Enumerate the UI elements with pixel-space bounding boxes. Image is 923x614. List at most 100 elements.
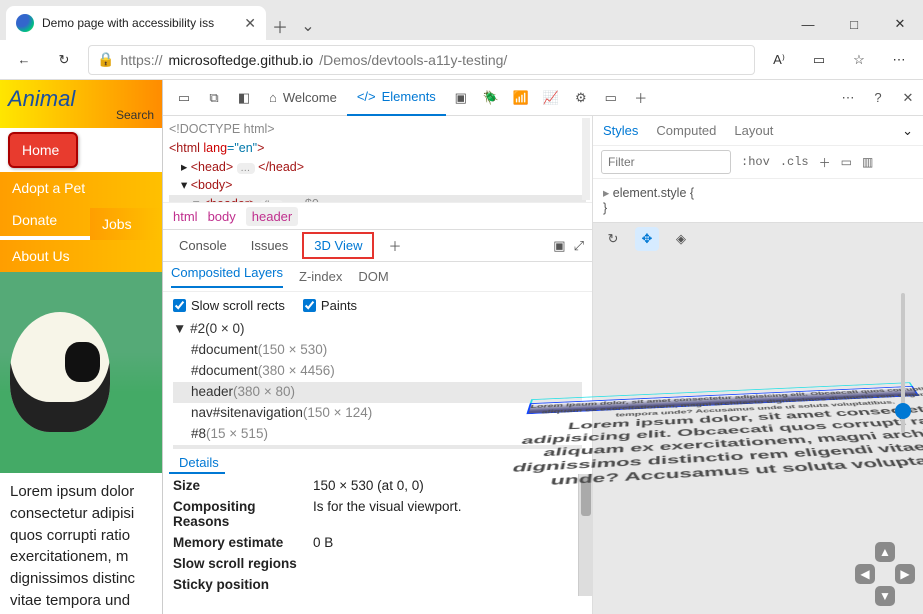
network-icon[interactable]: 📶 bbox=[506, 83, 536, 113]
drawer-tabs: Console Issues 3D View ＋ ▣ ⤢ bbox=[163, 230, 592, 262]
detail-size-label: Size bbox=[173, 478, 313, 493]
breadcrumb: html body header bbox=[163, 202, 592, 230]
rendered-page: Animal Search Home Adopt a Pet Donate Jo… bbox=[0, 80, 162, 614]
refresh-button[interactable]: ↻ bbox=[48, 44, 80, 76]
new-style-icon[interactable]: ＋ bbox=[819, 154, 831, 171]
maximize-button[interactable]: □ bbox=[831, 8, 877, 40]
detail-sticky-label: Sticky position bbox=[173, 577, 313, 592]
tab-elements[interactable]: </>Elements bbox=[347, 80, 446, 116]
url-scheme: https:// bbox=[120, 52, 162, 68]
viewport-toolbar: ↻ ✥ ◈ bbox=[601, 227, 693, 251]
inspect-icon[interactable]: ▭ bbox=[169, 83, 199, 113]
window-controls: — □ ✕ bbox=[785, 8, 923, 40]
details-scrollbar[interactable] bbox=[578, 474, 592, 596]
close-window-button[interactable]: ✕ bbox=[877, 8, 923, 40]
read-aloud-icon[interactable]: A⁾ bbox=[763, 44, 795, 76]
drawer-add-icon[interactable]: ＋ bbox=[378, 232, 411, 259]
pan-up-button[interactable]: ▲ bbox=[875, 542, 895, 562]
browser-tab[interactable]: Demo page with accessibility iss ✕ bbox=[6, 6, 266, 40]
check-paints[interactable]: Paints bbox=[303, 298, 357, 313]
3d-viewport[interactable]: ↻ ✥ ◈ Lorem ipsum dolor, sit amet consec… bbox=[593, 222, 923, 614]
dom-tree[interactable]: <!DOCTYPE html> <html lang="en"> ▸ <head… bbox=[163, 116, 592, 202]
devtools-body: <!DOCTYPE html> <html lang="en"> ▸ <head… bbox=[163, 116, 923, 614]
site-nav: Home Adopt a Pet Donate Jobs About Us bbox=[0, 128, 162, 272]
toggle-sidebar-icon[interactable]: ▥ bbox=[862, 155, 873, 169]
pan-left-button[interactable]: ◀ bbox=[855, 564, 875, 584]
dom-scrollbar[interactable] bbox=[582, 118, 590, 200]
home-icon: ⌂ bbox=[269, 90, 277, 105]
dock-icon[interactable]: ◧ bbox=[229, 83, 259, 113]
dom-line: <!DOCTYPE html> bbox=[169, 122, 275, 136]
drawer-3dview[interactable]: 3D View bbox=[302, 232, 374, 259]
lorem-text: Lorem ipsum dolor consectetur adipisi qu… bbox=[0, 473, 162, 614]
url-bar: ← ↻ 🔒 https:// microsoftedge.github.io /… bbox=[0, 40, 923, 80]
snapshot-icon[interactable]: ▣ bbox=[553, 238, 565, 254]
nav-about[interactable]: About Us bbox=[0, 240, 162, 272]
minimize-button[interactable]: — bbox=[785, 8, 831, 40]
url-path: /Demos/devtools-a11y-testing/ bbox=[319, 52, 507, 68]
settings-menu-icon[interactable]: ⋯ bbox=[883, 44, 915, 76]
check-slow-scroll[interactable]: Slow scroll rects bbox=[173, 298, 285, 313]
details-tab[interactable]: Details bbox=[169, 449, 225, 474]
more-icon[interactable]: ⋯ bbox=[833, 83, 863, 113]
3dview-checks: Slow scroll rects Paints bbox=[163, 292, 592, 319]
styles-filter-input[interactable] bbox=[601, 150, 731, 174]
subtab-zindex[interactable]: Z-index bbox=[299, 269, 342, 284]
back-button[interactable]: ← bbox=[8, 44, 40, 76]
main-split: Animal Search Home Adopt a Pet Donate Jo… bbox=[0, 80, 923, 614]
device-toggle-icon[interactable]: ⧉ bbox=[199, 83, 229, 113]
tab-computed[interactable]: Computed bbox=[656, 123, 716, 138]
expand-drawer-icon[interactable]: ⤢ bbox=[574, 238, 584, 254]
close-devtools-icon[interactable]: ✕ bbox=[893, 83, 923, 113]
pan-right-button[interactable]: ▶ bbox=[895, 564, 915, 584]
drawer-issues[interactable]: Issues bbox=[241, 234, 299, 257]
sources-icon[interactable]: 🪲 bbox=[476, 83, 506, 113]
tab-layout[interactable]: Layout bbox=[734, 123, 773, 138]
pan-control: ▲ ◀ ▶ ▼ bbox=[855, 542, 915, 602]
subtab-composited[interactable]: Composited Layers bbox=[171, 265, 283, 288]
pan-down-button[interactable]: ▼ bbox=[875, 586, 895, 606]
detail-ssr-label: Slow scroll regions bbox=[173, 556, 313, 571]
hov-toggle[interactable]: :hov bbox=[741, 155, 770, 169]
hero-image bbox=[0, 272, 162, 473]
code-icon: </> bbox=[357, 89, 376, 104]
zoom-slider[interactable] bbox=[901, 293, 905, 433]
tab-styles[interactable]: Styles bbox=[603, 123, 638, 138]
tab-overflow-icon[interactable]: ⌄ bbox=[294, 12, 322, 40]
titlebar: Demo page with accessibility iss ✕ ＋ ⌄ —… bbox=[0, 0, 923, 40]
pan-mode-icon[interactable]: ✥ bbox=[635, 227, 659, 251]
cls-toggle[interactable]: .cls bbox=[780, 155, 809, 169]
site-header: Animal Search bbox=[0, 80, 162, 128]
help-icon[interactable]: ? bbox=[863, 83, 893, 113]
subtab-dom[interactable]: DOM bbox=[358, 269, 388, 284]
favorite-icon[interactable]: ☆ bbox=[843, 44, 875, 76]
chevron-down-icon[interactable]: ⌄ bbox=[902, 123, 913, 139]
crumb-header[interactable]: header bbox=[246, 207, 298, 226]
address-field[interactable]: 🔒 https:// microsoftedge.github.io /Demo… bbox=[88, 45, 755, 75]
application-icon[interactable]: ▭ bbox=[596, 83, 626, 113]
crumb-html[interactable]: html bbox=[173, 209, 198, 224]
layers-icon[interactable]: ◈ bbox=[669, 227, 693, 251]
tab-title: Demo page with accessibility iss bbox=[42, 16, 236, 30]
detail-comp-label: Compositing Reasons bbox=[173, 499, 313, 529]
edge-icon bbox=[16, 14, 34, 32]
drawer-console[interactable]: Console bbox=[169, 234, 237, 257]
nav-adopt[interactable]: Adopt a Pet bbox=[0, 172, 162, 204]
performance-icon[interactable]: 📈 bbox=[536, 83, 566, 113]
close-tab-icon[interactable]: ✕ bbox=[244, 15, 256, 32]
console-icon[interactable]: ▣ bbox=[446, 83, 476, 113]
collections-icon[interactable]: ▭ bbox=[803, 44, 835, 76]
new-tab-button[interactable]: ＋ bbox=[266, 12, 294, 40]
reset-view-icon[interactable]: ↻ bbox=[601, 227, 625, 251]
detail-mem-label: Memory estimate bbox=[173, 535, 313, 550]
computed-styles-icon[interactable]: ▭ bbox=[841, 155, 852, 169]
more-tabs-icon[interactable]: ＋ bbox=[626, 83, 656, 113]
3d-stage[interactable]: Lorem ipsum dolor, sit amet consectetur … bbox=[623, 253, 883, 604]
nav-jobs[interactable]: Jobs bbox=[90, 208, 162, 240]
tab-welcome[interactable]: ⌂Welcome bbox=[259, 80, 347, 116]
nav-home[interactable]: Home bbox=[8, 132, 78, 168]
crumb-body[interactable]: body bbox=[208, 209, 236, 224]
memory-icon[interactable]: ⚙ bbox=[566, 83, 596, 113]
lock-icon: 🔒 bbox=[97, 51, 114, 68]
element-style-rule[interactable]: ▸ element.style { } bbox=[593, 179, 923, 222]
